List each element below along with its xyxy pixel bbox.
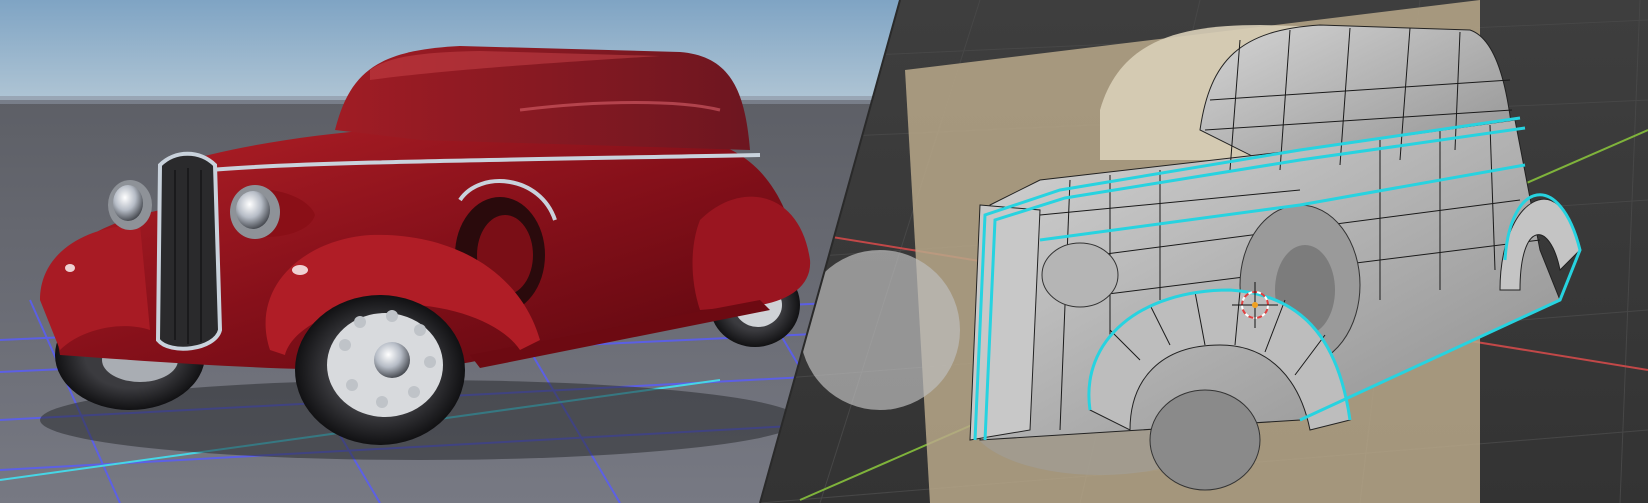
mesh-headlight: [1041, 242, 1119, 308]
split-comparison-image: [0, 0, 1648, 503]
left-render-panel: [0, 0, 900, 503]
mesh-front-wheel: [1149, 389, 1261, 491]
headlight-left: [108, 180, 152, 230]
